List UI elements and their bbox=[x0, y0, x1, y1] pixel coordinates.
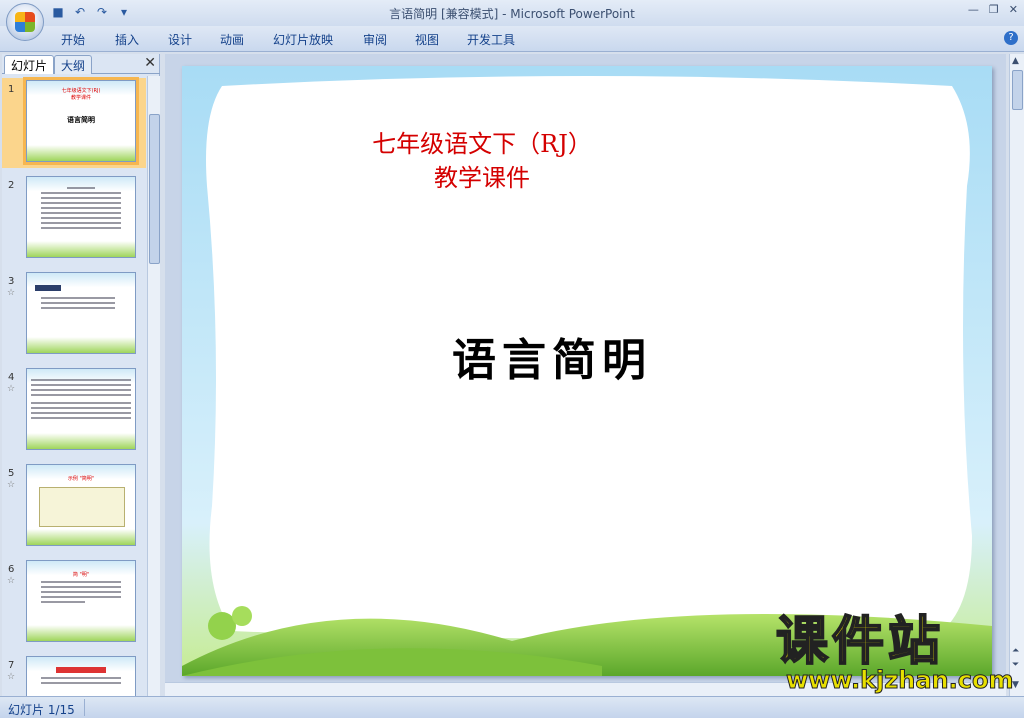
current-slide[interactable]: 七年级语文下（RJ） 教学课件 语言简明 bbox=[182, 66, 992, 676]
animation-star-icon: ☆ bbox=[7, 576, 16, 586]
slide-number: 1 bbox=[8, 84, 15, 95]
tab-slideshow[interactable]: 幻灯片放映 bbox=[273, 31, 333, 48]
thumbnail-row[interactable]: 3 ☆ bbox=[2, 270, 146, 360]
animation-star-icon: ☆ bbox=[7, 480, 16, 490]
slide-number: 5 bbox=[8, 468, 15, 479]
thumbnail-row[interactable]: 2 bbox=[2, 174, 146, 264]
window-title: 言语简明 [兼容模式] - Microsoft PowerPoint bbox=[389, 7, 635, 21]
slide-number: 3 bbox=[8, 276, 15, 287]
slides-pane: 幻灯片 大纲 ✕ 1 七年级语文下(RJ) 教学课件 语言简明 2 3 ☆ 4 … bbox=[2, 54, 160, 696]
thumbnail-row[interactable]: 1 七年级语文下(RJ) 教学课件 语言简明 bbox=[2, 77, 146, 168]
animation-star-icon: ☆ bbox=[7, 672, 16, 682]
slide-thumbnail[interactable] bbox=[26, 368, 136, 450]
window-controls: — ❐ ✕ bbox=[968, 3, 1018, 16]
animation-star-icon: ☆ bbox=[7, 384, 16, 394]
tab-home[interactable]: 开始 bbox=[61, 31, 85, 48]
slide-main-title[interactable]: 语言简明 bbox=[452, 324, 652, 388]
thumbnail-row[interactable]: 7 ☆ bbox=[2, 654, 146, 696]
close-icon[interactable]: ✕ bbox=[1009, 3, 1018, 16]
thumbnail-row[interactable]: 4 ☆ bbox=[2, 366, 146, 456]
title-bar: ■ ↶ ↷ ▾ 言语简明 [兼容模式] - Microsoft PowerPoi… bbox=[0, 0, 1024, 26]
slide-subtitle[interactable]: 教学课件 bbox=[332, 158, 632, 193]
editor-scrollbar[interactable]: ▲ ⏶ ⏷ ▼ bbox=[1009, 54, 1024, 696]
slide-counter: 幻灯片 1/15 bbox=[8, 703, 75, 717]
prev-slide-icon[interactable]: ⏶ bbox=[1012, 646, 1019, 656]
close-pane-icon[interactable]: ✕ bbox=[144, 55, 156, 71]
tab-slides[interactable]: 幻灯片 bbox=[4, 55, 55, 74]
animation-star-icon: ☆ bbox=[7, 288, 16, 298]
slide-number: 2 bbox=[8, 180, 15, 191]
status-bar: 幻灯片 1/15 bbox=[0, 696, 1024, 718]
tab-insert[interactable]: 插入 bbox=[115, 31, 139, 48]
tab-design[interactable]: 设计 bbox=[168, 31, 192, 48]
minimize-icon[interactable]: — bbox=[968, 3, 979, 16]
thumbnail-row[interactable]: 5 ☆ 示例 "简明" bbox=[2, 462, 146, 552]
tab-outline[interactable]: 大纲 bbox=[54, 55, 93, 74]
thumbnail-list: 1 七年级语文下(RJ) 教学课件 语言简明 2 3 ☆ 4 ☆ 5 ☆ 示例 … bbox=[2, 76, 146, 696]
slide-thumbnail[interactable]: 示例 "简明" bbox=[26, 464, 136, 546]
scroll-up-icon[interactable]: ▲ bbox=[1012, 56, 1019, 66]
slide-thumbnail[interactable]: 七年级语文下(RJ) 教学课件 语言简明 bbox=[23, 77, 139, 165]
slide-thumbnail[interactable] bbox=[26, 176, 136, 258]
watermark-logo: 课件站 bbox=[775, 612, 945, 672]
slide-thumbnail[interactable] bbox=[26, 656, 136, 696]
pane-tabs: 幻灯片 大纲 ✕ bbox=[2, 54, 160, 74]
scrollbar-thumb[interactable] bbox=[149, 114, 160, 264]
thumbnail-scrollbar[interactable] bbox=[147, 76, 160, 696]
slide-number: 6 bbox=[8, 564, 15, 575]
office-button[interactable] bbox=[6, 3, 44, 41]
thumbnail-row[interactable]: 6 ☆ 简 "明" bbox=[2, 558, 146, 648]
restore-icon[interactable]: ❐ bbox=[989, 3, 999, 16]
slide-number: 4 bbox=[8, 372, 15, 383]
tab-view[interactable]: 视图 bbox=[415, 31, 439, 48]
slide-thumbnail[interactable]: 简 "明" bbox=[26, 560, 136, 642]
office-logo-icon bbox=[15, 12, 35, 32]
scrollbar-thumb[interactable] bbox=[1012, 70, 1023, 110]
tab-animations[interactable]: 动画 bbox=[220, 31, 244, 48]
status-divider bbox=[84, 699, 85, 716]
ribbon-tabs: 开始 插入 设计 动画 幻灯片放映 审阅 视图 开发工具 ? bbox=[0, 26, 1024, 52]
slide-title[interactable]: 七年级语文下（RJ） bbox=[332, 124, 632, 159]
tab-review[interactable]: 审阅 bbox=[363, 31, 387, 48]
slide-thumbnail[interactable] bbox=[26, 272, 136, 354]
help-icon[interactable]: ? bbox=[1004, 31, 1018, 45]
slide-editor: 七年级语文下（RJ） 教学课件 语言简明 bbox=[165, 54, 1006, 696]
watermark-url: www.kjzhan.com bbox=[785, 666, 1014, 695]
tab-developer[interactable]: 开发工具 bbox=[467, 31, 515, 48]
slide-number: 7 bbox=[8, 660, 15, 671]
